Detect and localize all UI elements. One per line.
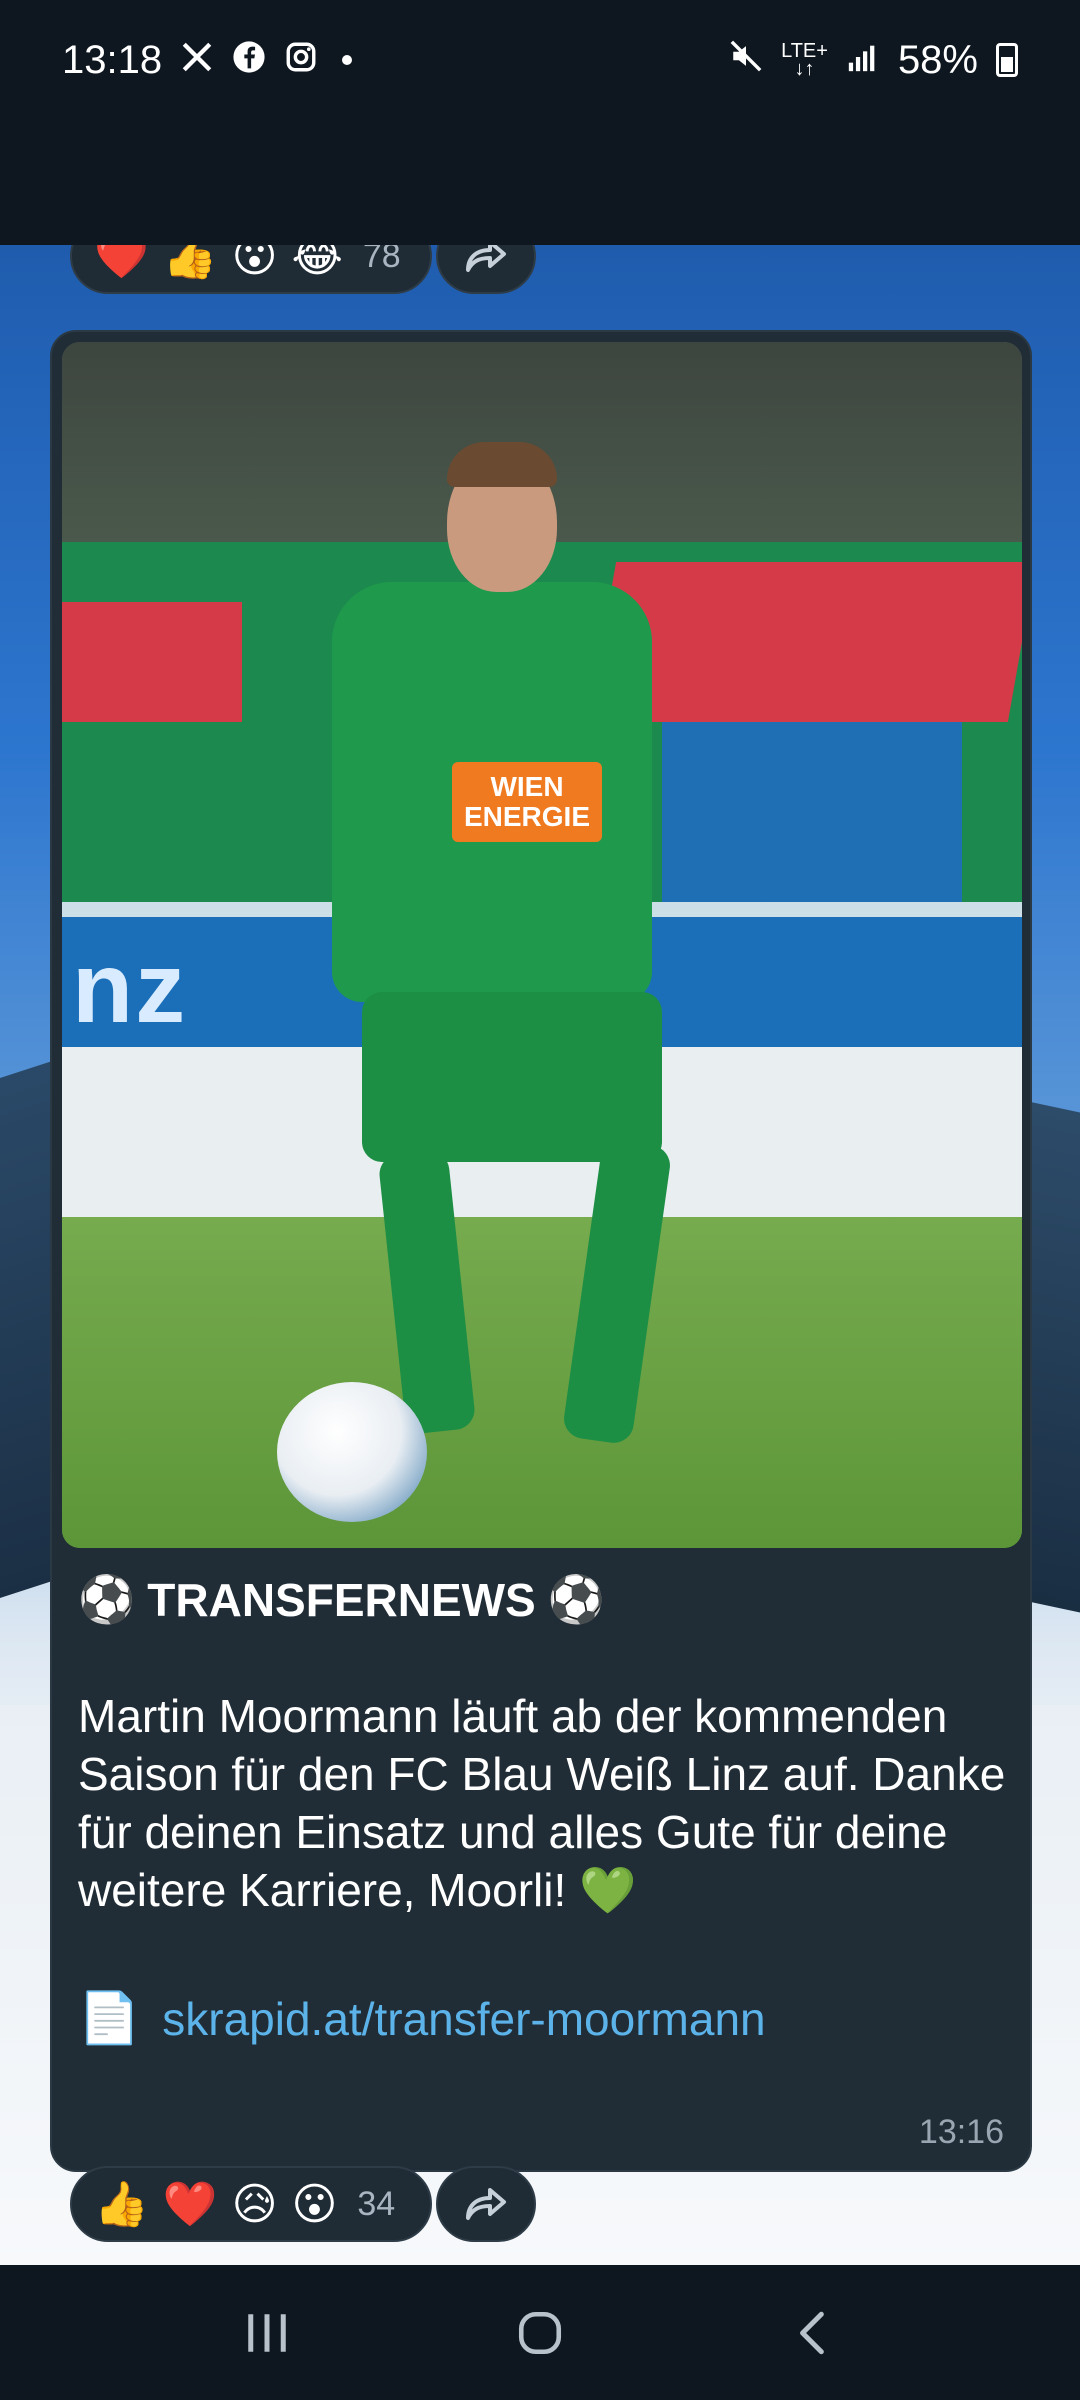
message-text: Martin Moormann läuft ab der kommenden S…: [78, 1690, 1006, 1916]
recents-icon: [247, 2313, 286, 2352]
reaction-sad[interactable]: 😥: [232, 2179, 278, 2230]
rapid-crest-icon: RAPID: [99, 127, 191, 218]
forward-button[interactable]: [436, 218, 536, 294]
photo-sponsor-logo: WIEN ENERGIE: [452, 762, 602, 842]
lte-indicator: LTE+ ↓↑: [781, 40, 828, 80]
soccer-ball-icon: ⚽: [78, 1573, 136, 1625]
share-arrow-icon: [466, 240, 506, 272]
reaction-thumbs-up[interactable]: 👍: [94, 2178, 149, 2230]
share-arrow-icon: [466, 2188, 506, 2220]
reaction-laughing[interactable]: 😂: [291, 231, 342, 282]
back-button[interactable]: [20, 143, 80, 203]
x-icon: [180, 40, 214, 81]
mute-icon: [729, 38, 763, 83]
chevron-left-icon: [800, 2311, 825, 2354]
home-button[interactable]: [495, 2288, 585, 2378]
facebook-icon: [232, 40, 266, 81]
message-title: ⚽ TRANSFERNEWS ⚽: [78, 1573, 606, 1626]
photo-grass: [62, 1217, 1022, 1548]
system-navigation-bar: [0, 2265, 1080, 2400]
reaction-heart[interactable]: ❤️: [163, 2178, 218, 2230]
channel-avatar[interactable]: RAPID: [96, 123, 194, 222]
message-reactions[interactable]: 👍 ❤️ 😥 😮 34: [70, 2166, 432, 2242]
document-icon: 📄: [78, 1990, 141, 2046]
more-options-button[interactable]: [1024, 142, 1040, 203]
notification-dot-icon: [342, 55, 353, 65]
reaction-thumbs-up[interactable]: 👍: [163, 230, 218, 282]
message-bubble[interactable]: nz WIEN ENERGIE ⚽ TRANSFERNEWS ⚽ Martin …: [50, 330, 1032, 2172]
battery-percent: 58%: [897, 37, 978, 82]
photo-player-shorts: [362, 992, 662, 1162]
reaction-heart[interactable]: ❤️: [94, 230, 149, 282]
soccer-ball-icon: ⚽: [547, 1573, 606, 1625]
signal-icon: [846, 38, 880, 83]
arrow-left-icon: [30, 155, 70, 190]
forward-button[interactable]: [436, 2166, 536, 2242]
reaction-count: 78: [362, 236, 401, 275]
reaction-surprised[interactable]: 😮: [232, 231, 278, 282]
verified-badge-icon: [440, 130, 473, 168]
home-icon: [518, 2311, 562, 2354]
recent-apps-button[interactable]: [222, 2288, 312, 2378]
more-vertical-icon: [1025, 145, 1039, 195]
notification-bell-button[interactable]: [898, 142, 954, 203]
message-photo[interactable]: nz WIEN ENERGIE: [62, 342, 1022, 1548]
status-time: 13:18: [62, 37, 163, 82]
channel-name[interactable]: SK Rapid: [220, 122, 423, 177]
svg-text:RAPID: RAPID: [128, 185, 162, 197]
message-link[interactable]: skrapid.at/transfer-moormann: [162, 1992, 765, 2046]
battery-icon: [996, 43, 1018, 77]
back-nav-button[interactable]: [768, 2288, 858, 2378]
instagram-icon: [284, 40, 318, 81]
message-time: 13:16: [918, 2113, 1004, 2151]
photo-football: [277, 1382, 427, 1522]
previous-reactions[interactable]: ❤️ 👍 😮 😂 78: [70, 218, 432, 294]
reaction-count: 34: [357, 2184, 396, 2223]
reaction-surprised[interactable]: 😮: [291, 2179, 337, 2230]
bell-icon: [905, 151, 947, 196]
